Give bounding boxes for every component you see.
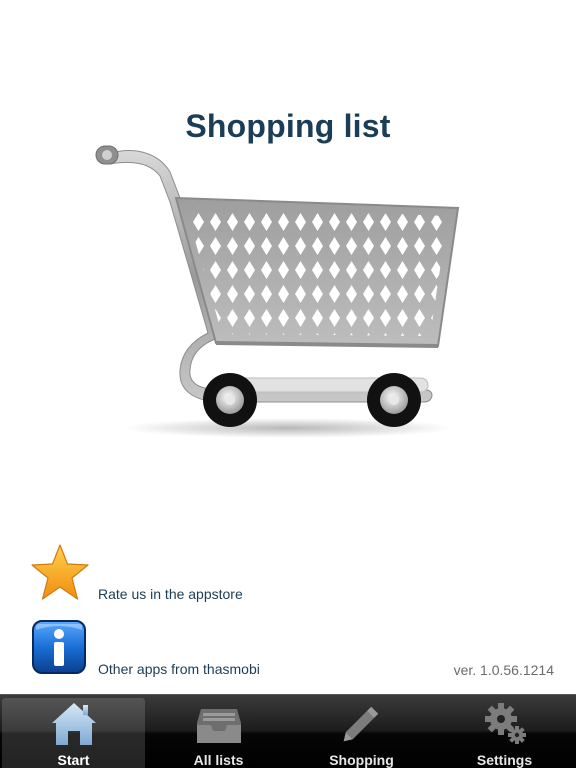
tab-shopping-label: Shopping — [329, 752, 394, 768]
tab-shopping[interactable]: Shopping — [290, 695, 433, 768]
gears-icon — [484, 703, 526, 744]
shopping-cart-icon — [95, 145, 460, 438]
version-label: ver. 1.0.56.1214 — [453, 662, 554, 678]
pencil-icon — [343, 706, 378, 742]
tab-bar: Start All lists Shopping Settings — [0, 694, 576, 768]
inbox-tray-icon — [196, 709, 241, 743]
rate-us-label: Rate us in the appstore — [98, 586, 243, 602]
other-apps-button[interactable]: Other apps from thasmobi — [30, 618, 260, 678]
star-icon — [31, 544, 89, 600]
tab-start[interactable]: Start — [2, 698, 145, 768]
other-apps-label: Other apps from thasmobi — [98, 661, 260, 677]
info-icon — [32, 620, 86, 674]
home-icon — [51, 703, 96, 745]
tab-start-label: Start — [57, 752, 90, 768]
tab-all-lists-label: All lists — [193, 752, 244, 768]
rate-us-button[interactable]: Rate us in the appstore — [30, 543, 243, 603]
start-screen: Shopping list Rate us in the appstore Ot… — [0, 0, 576, 768]
tab-all-lists[interactable]: All lists — [147, 695, 290, 768]
tab-settings[interactable]: Settings — [433, 695, 576, 768]
tab-settings-label: Settings — [476, 752, 533, 768]
